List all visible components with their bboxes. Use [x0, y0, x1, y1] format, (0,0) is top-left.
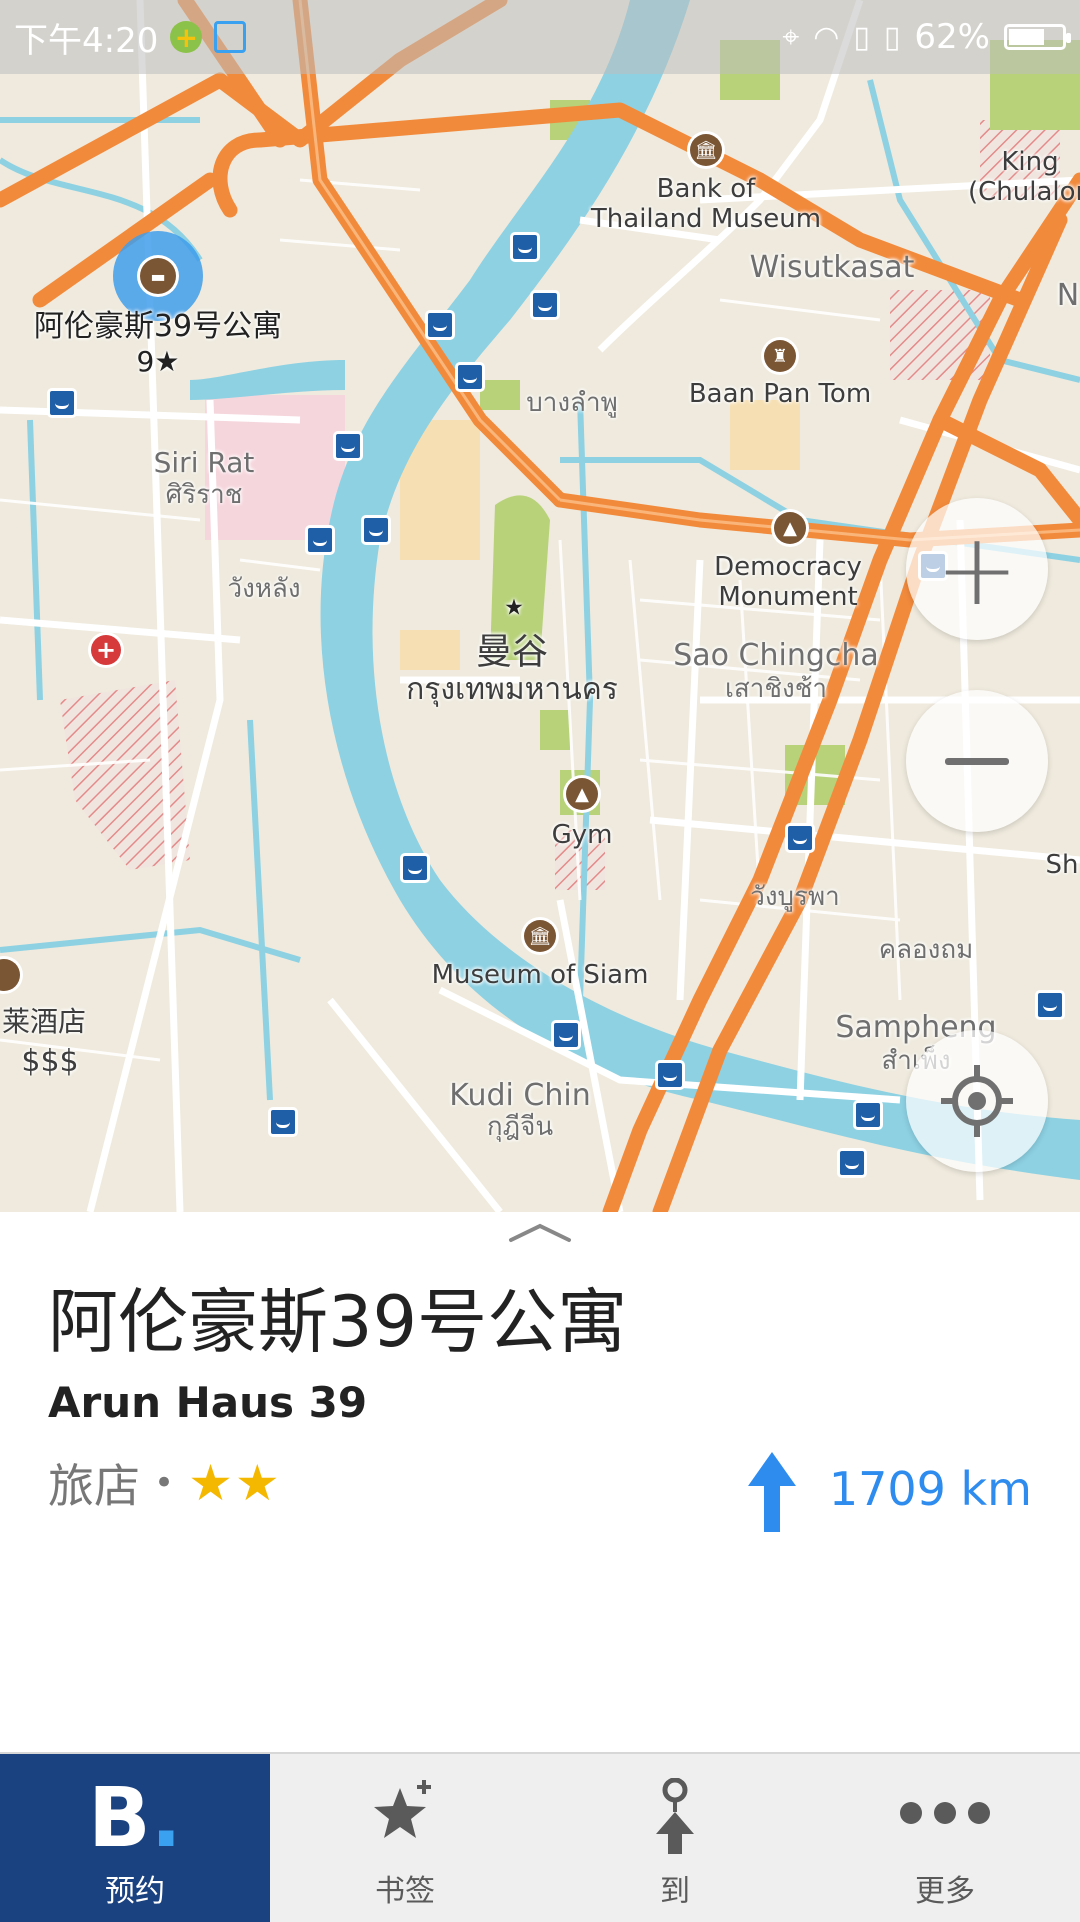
map-label-sao-chingcha: Sao Chingcha [673, 637, 879, 673]
sim2-icon: ▯ [883, 19, 901, 55]
map-label-khlong-thom: คลองถม [878, 935, 974, 966]
pier-icon[interactable] [361, 515, 391, 545]
map-label-price: $$$ [21, 1043, 79, 1079]
tab-route-to-label: 到 [660, 1874, 690, 1909]
wifi-icon: ◠ [813, 19, 840, 55]
pier-icon[interactable] [551, 1020, 581, 1050]
place-details-sheet[interactable]: 阿伦豪斯39号公寓 Arun Haus 39 旅店 • ★★ 1709 km [0, 1212, 1080, 1752]
pier-icon[interactable] [333, 431, 363, 461]
location-icon: ⌖ [782, 19, 800, 55]
hotel-icon: ▬ [140, 258, 176, 294]
map-label-kudi-chin: Kudi Chin [449, 1077, 591, 1113]
selected-place-map-label: 阿伦豪斯39号公寓 [33, 308, 283, 344]
map-label-bank-museum: Bank of Thailand Museum [590, 174, 822, 234]
tab-more-label: 更多 [915, 1874, 975, 1909]
direction-arrow-icon [748, 1452, 796, 1532]
train-station-icon[interactable] [268, 1107, 298, 1137]
map-label-bangkok-th: กรุงเทพมหานคร [406, 671, 618, 707]
map-label-siri-rat: Siri Rat [153, 445, 255, 479]
map-label-kudi-chin-th: กุฎีจีน [486, 1112, 554, 1143]
place-subtitle: Arun Haus 39 [48, 1378, 368, 1427]
temple-icon[interactable]: ▲ [566, 778, 598, 810]
crosshair-icon [941, 1065, 1013, 1137]
map-label-king: King (Chulalon [967, 147, 1080, 207]
pier-icon[interactable] [425, 310, 455, 340]
pier-icon[interactable] [837, 1148, 867, 1178]
museum-siam-icon[interactable]: 🏛 [524, 920, 556, 952]
bookmark-star-icon [374, 1780, 431, 1838]
place-meta: 旅店 • ★★ [48, 1450, 282, 1516]
tab-bookmark-label: 书签 [375, 1874, 435, 1909]
map-label-baan-pan-tom: Baan Pan Tom [688, 379, 872, 410]
minus-icon [945, 757, 1009, 765]
selected-place-map-rating: 9★ [136, 344, 180, 378]
place-title: 阿伦豪斯39号公寓 [48, 1281, 628, 1363]
pier-icon[interactable] [455, 362, 485, 392]
place-category: 旅店 [48, 1459, 140, 1513]
museum-icon[interactable]: 🏛 [690, 134, 722, 166]
map-label-sh: Sh [1045, 850, 1079, 881]
status-bar: 下午4:20 + ⌖ ◠ ▯ ▯ 62% [0, 0, 1080, 74]
pier-icon[interactable] [510, 232, 540, 262]
map-label-wang-burapha: วังบูรพา [750, 882, 840, 913]
zoom-out-button[interactable] [906, 690, 1048, 832]
pier-icon[interactable] [530, 290, 560, 320]
capital-star-icon: ★ [504, 595, 524, 621]
plus-icon: + [935, 510, 1019, 628]
notification-plus-icon: + [170, 21, 203, 54]
hospital-icon[interactable]: + [91, 635, 121, 665]
sheet-handle-chevron-up-icon[interactable] [507, 1220, 573, 1244]
map-label-wisutkasat: Wisutkasat [749, 249, 915, 285]
pier-icon[interactable] [655, 1060, 685, 1090]
map-label-bangkok-zh: 曼谷 [475, 631, 549, 673]
tab-booking[interactable]: B. 预约 [0, 1754, 270, 1922]
status-time: 下午4:20 [14, 20, 159, 61]
pier-icon[interactable] [305, 525, 335, 555]
tab-more[interactable]: 更多 [810, 1754, 1080, 1922]
bottom-tab-bar: B. 预约 书签 到 更多 [0, 1752, 1080, 1922]
screenshot-icon [214, 21, 247, 53]
map-label-n: N [1056, 277, 1080, 313]
map-view[interactable]: Bank of Thailand Museum Wisutkasat King (C… [0, 0, 1080, 1212]
battery-percent: 62% [914, 17, 990, 57]
sim1-icon: ▯ [853, 19, 870, 55]
pier-icon[interactable] [853, 1100, 883, 1130]
my-location-button[interactable] [906, 1030, 1048, 1172]
train-station-icon[interactable] [785, 823, 815, 853]
map-label-museum-siam: Museum of Siam [431, 960, 649, 991]
map-label-democracy: Democracy Monument [714, 552, 862, 612]
map-label-siri-rat-thai: ศิริราช [165, 480, 243, 511]
place-stars: ★★ [188, 1454, 282, 1512]
zoom-in-button[interactable]: + [906, 498, 1048, 640]
more-dots-icon [900, 1802, 990, 1824]
map-label-wang-lang: วังหลัง [227, 574, 301, 605]
tab-booking-label: 预约 [105, 1874, 165, 1909]
selected-place-marker[interactable]: ▬ [113, 231, 203, 321]
route-to-icon [656, 1778, 694, 1854]
train-station-icon[interactable] [47, 388, 77, 418]
map-label-hotel-partial: 莱酒店 [1, 1004, 87, 1038]
battery-icon [1004, 24, 1071, 50]
map-label-gym: Gym [551, 820, 613, 851]
monument-icon[interactable]: ▲ [774, 512, 806, 544]
tab-bookmark[interactable]: 书签 [270, 1754, 540, 1922]
tab-route-to[interactable]: 到 [540, 1754, 810, 1922]
landmark-icon[interactable]: ♜ [764, 340, 796, 372]
place-distance: 1709 km [828, 1462, 1032, 1516]
train-station-icon[interactable] [1035, 990, 1065, 1020]
map-label-sao-chingcha-th: เสาชิงช้า [725, 674, 827, 705]
meta-separator: • [154, 1463, 175, 1503]
pier-icon[interactable] [400, 853, 430, 883]
map-label-bang-lamphu: บางลำพู [526, 388, 618, 419]
booking-logo-icon: B. [88, 1771, 182, 1866]
